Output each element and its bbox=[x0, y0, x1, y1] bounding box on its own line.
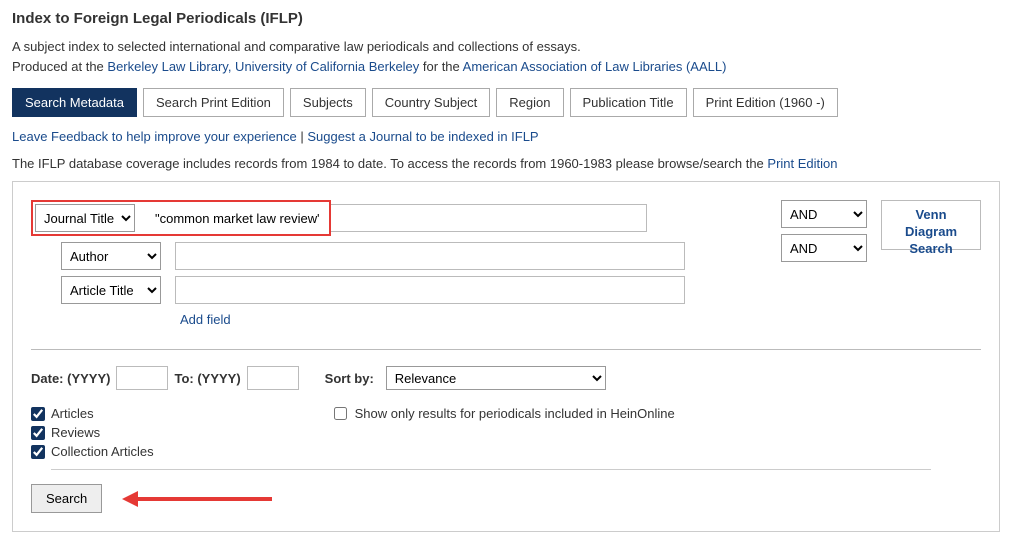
highlight-annotation: Journal Title bbox=[31, 200, 331, 236]
desc-prefix: Produced at the bbox=[12, 59, 107, 74]
date-sort-row: Date: (YYYY) To: (YYYY) Sort by: Relevan… bbox=[31, 366, 981, 390]
search-action-row: Search bbox=[31, 484, 981, 513]
check-articles[interactable]: Articles bbox=[31, 406, 154, 421]
tab-region[interactable]: Region bbox=[496, 88, 563, 117]
tab-publication-title[interactable]: Publication Title bbox=[570, 88, 687, 117]
check-articles-label: Articles bbox=[51, 406, 94, 421]
page-title: Index to Foreign Legal Periodicals (IFLP… bbox=[12, 10, 1000, 27]
date-to-input[interactable] bbox=[247, 366, 299, 390]
field-select-1[interactable]: Author bbox=[61, 242, 161, 270]
check-heinonline-label: Show only results for periodicals includ… bbox=[355, 406, 675, 421]
tab-search-metadata[interactable]: Search Metadata bbox=[12, 88, 137, 117]
page-description: A subject index to selected internationa… bbox=[12, 37, 1000, 76]
field-input-0-ext[interactable] bbox=[331, 204, 647, 232]
field-input-2[interactable] bbox=[175, 276, 685, 304]
fields-column: Journal Title Author Article Title Add f… bbox=[31, 200, 685, 327]
field-row-2: Article Title bbox=[61, 276, 685, 304]
type-filters: Articles Reviews Collection Articles bbox=[31, 406, 154, 459]
arrow-annotation bbox=[122, 492, 272, 506]
field-input-0[interactable] bbox=[147, 206, 327, 230]
check-collection-articles[interactable]: Collection Articles bbox=[31, 444, 154, 459]
field-row-1: Author bbox=[61, 242, 685, 270]
link-leave-feedback[interactable]: Leave Feedback to help improve your expe… bbox=[12, 129, 297, 144]
feedback-links: Leave Feedback to help improve your expe… bbox=[12, 129, 1000, 144]
separator-2 bbox=[51, 469, 931, 470]
field-row-0: Journal Title bbox=[31, 200, 685, 236]
sort-by-select[interactable]: Relevance bbox=[386, 366, 606, 390]
link-print-edition[interactable]: Print Edition bbox=[767, 156, 837, 171]
search-panel: Journal Title Author Article Title Add f… bbox=[12, 181, 1000, 532]
check-articles-box[interactable] bbox=[31, 407, 45, 421]
boolean-select-1[interactable]: AND bbox=[781, 234, 867, 262]
arrow-line bbox=[136, 497, 272, 501]
boolean-column: AND AND bbox=[781, 200, 867, 262]
desc-line-1: A subject index to selected internationa… bbox=[12, 39, 581, 54]
filter-row: Articles Reviews Collection Articles Sho… bbox=[31, 406, 981, 459]
separator-1 bbox=[31, 349, 981, 350]
date-from-input[interactable] bbox=[116, 366, 168, 390]
date-to-label: To: (YYYY) bbox=[174, 371, 240, 386]
coverage-note: The IFLP database coverage includes reco… bbox=[12, 156, 1000, 171]
check-reviews-box[interactable] bbox=[31, 426, 45, 440]
link-suggest-journal[interactable]: Suggest a Journal to be indexed in IFLP bbox=[307, 129, 538, 144]
search-button[interactable]: Search bbox=[31, 484, 102, 513]
check-collection-box[interactable] bbox=[31, 445, 45, 459]
boolean-select-0[interactable]: AND bbox=[781, 200, 867, 228]
check-reviews-label: Reviews bbox=[51, 425, 100, 440]
coverage-text: The IFLP database coverage includes reco… bbox=[12, 156, 767, 171]
feedback-sep: | bbox=[297, 129, 308, 144]
sort-by-label: Sort by: bbox=[325, 371, 374, 386]
check-collection-label: Collection Articles bbox=[51, 444, 154, 459]
field-input-1[interactable] bbox=[175, 242, 685, 270]
venn-diagram-button[interactable]: Venn Diagram Search bbox=[881, 200, 981, 250]
tab-print-edition[interactable]: Print Edition (1960 -) bbox=[693, 88, 838, 117]
check-heinonline-box[interactable] bbox=[334, 407, 347, 420]
desc-mid: for the bbox=[419, 59, 462, 74]
field-select-0[interactable]: Journal Title bbox=[35, 204, 135, 232]
check-heinonline[interactable]: Show only results for periodicals includ… bbox=[334, 406, 675, 421]
tab-country-subject[interactable]: Country Subject bbox=[372, 88, 491, 117]
date-label: Date: (YYYY) bbox=[31, 371, 110, 386]
tab-subjects[interactable]: Subjects bbox=[290, 88, 366, 117]
add-field-link[interactable]: Add field bbox=[180, 312, 231, 327]
field-select-2[interactable]: Article Title bbox=[61, 276, 161, 304]
link-berkeley[interactable]: Berkeley Law Library, University of Cali… bbox=[107, 59, 419, 74]
tab-search-print-edition[interactable]: Search Print Edition bbox=[143, 88, 284, 117]
tab-bar: Search Metadata Search Print Edition Sub… bbox=[12, 88, 1000, 117]
link-aall[interactable]: American Association of Law Libraries (A… bbox=[463, 59, 727, 74]
check-reviews[interactable]: Reviews bbox=[31, 425, 154, 440]
query-builder: Journal Title Author Article Title Add f… bbox=[31, 200, 981, 327]
